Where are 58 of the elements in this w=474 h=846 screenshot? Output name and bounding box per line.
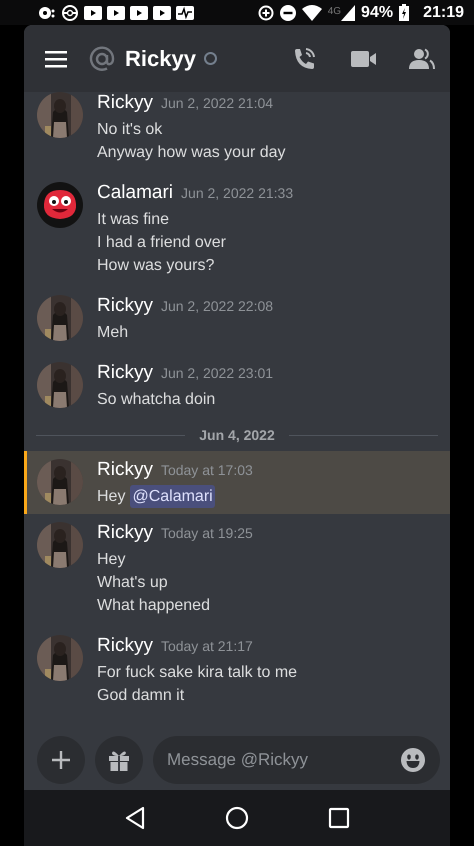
author-name[interactable]: Rickyy [97,522,153,544]
message-text: God damn it [97,686,184,706]
message-field[interactable]: Message @Rickyy [153,736,440,784]
signal-icon [341,4,356,20]
play-icon [130,4,148,20]
do-not-disturb-icon [280,4,296,20]
menu-icon[interactable] [45,50,67,68]
author-name[interactable]: Rickyy [97,459,153,481]
timestamp: Today at 19:25 [160,525,253,541]
notification-icon [36,4,56,20]
add-button[interactable] [37,736,85,784]
author-name[interactable]: Rickyy [97,295,153,317]
gift-button[interactable] [95,736,143,784]
members-icon[interactable] [409,46,435,70]
message-text: How was yours? [97,256,214,276]
network-label: 4G [328,6,342,16]
message-text: Meh [97,323,128,343]
timestamp: Jun 2, 2022 22:08 [160,298,274,314]
message-text: No it's ok [97,120,162,140]
message-text: Hey [97,487,126,507]
channel-title: Rickyy [125,46,196,72]
message-text: What happened [97,596,210,616]
message-text: I had a friend over [97,233,226,253]
timestamp: Jun 2, 2022 23:01 [160,365,274,381]
message-text: For fuck sake kira talk to me [97,663,298,683]
date-divider: Jun 4, 2022 [199,427,275,443]
add-circle-icon [258,4,274,20]
battery-icon [399,4,410,21]
message-text: Hey [97,550,126,570]
message-text: What's up [97,573,168,593]
at-sign-icon [89,46,115,72]
timestamp: Jun 2, 2022 21:33 [181,185,294,201]
emoji-icon[interactable] [400,747,426,773]
back-icon[interactable] [124,806,146,830]
author-name[interactable]: Rickyy [97,362,153,384]
clock: 21:19 [423,4,464,22]
play-icon [107,4,125,20]
author-name[interactable]: Rickyy [97,92,153,114]
recents-icon[interactable] [328,807,350,829]
video-camera-icon[interactable] [351,48,377,68]
avatar-icon [37,182,83,228]
activity-icon [176,4,194,20]
timestamp: Jun 2, 2022 21:04 [160,95,274,111]
plus-icon [51,750,71,770]
play-icon [84,4,102,20]
circle-icon [61,4,79,22]
wifi-icon [302,4,322,20]
message-text: Anyway how was your day [97,143,286,163]
author-name[interactable]: Rickyy [97,635,153,657]
home-icon[interactable] [224,806,249,830]
author-name[interactable]: Calamari [97,182,174,204]
message-text: So whatcha doin [97,390,216,410]
timestamp: Today at 21:17 [160,638,253,654]
timestamp: Today at 17:03 [160,462,253,478]
mention-link[interactable]: @Calamari [130,485,215,508]
battery-percentage: 94% [361,4,394,22]
message-text: It was fine [97,210,170,230]
play-icon [153,4,171,20]
